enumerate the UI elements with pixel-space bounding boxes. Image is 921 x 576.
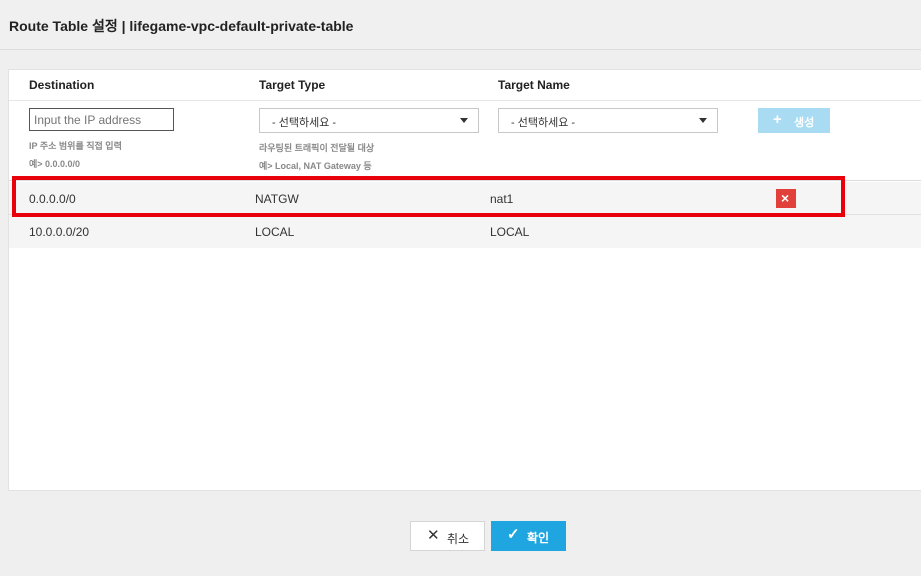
highlight-box bbox=[12, 176, 845, 217]
create-route-button[interactable]: + 생성 bbox=[758, 108, 830, 133]
route-target-name: LOCAL bbox=[490, 225, 530, 239]
destination-input[interactable] bbox=[29, 108, 174, 131]
column-target-type: Target Type bbox=[259, 78, 326, 92]
check-icon: ✓ bbox=[507, 526, 520, 543]
plus-icon: + bbox=[773, 111, 782, 128]
dialog-header: Route Table 설정 | lifegame-vpc-default-pr… bbox=[0, 0, 921, 50]
cancel-label: 취소 bbox=[447, 532, 470, 546]
target-name-select[interactable]: - 선택하세요 - bbox=[498, 108, 718, 133]
target-type-select-value: - 선택하세요 - bbox=[272, 117, 337, 129]
dialog-title: Route Table 설정 | lifegame-vpc-default-pr… bbox=[9, 18, 354, 34]
column-target-name: Target Name bbox=[498, 78, 570, 92]
table-header: Destination Target Type Target Name bbox=[9, 70, 921, 101]
destination-example: 예> 0.0.0.0/0 bbox=[29, 159, 81, 169]
target-type-help: 라우팅된 트래픽이 전달될 대상 bbox=[259, 143, 375, 153]
caret-down-icon bbox=[699, 118, 707, 123]
route-target-type: LOCAL bbox=[255, 225, 295, 239]
confirm-label: 확인 bbox=[527, 531, 550, 545]
route-row: 10.0.0.0/20 LOCAL LOCAL bbox=[9, 215, 921, 248]
route-table-panel: Destination Target Type Target Name IP 주… bbox=[8, 69, 921, 491]
close-icon: ✕ bbox=[427, 527, 440, 544]
confirm-button[interactable]: ✓ 확인 bbox=[491, 521, 566, 551]
column-destination: Destination bbox=[29, 78, 95, 92]
target-type-example: 예> Local, NAT Gateway 등 bbox=[259, 161, 372, 171]
target-name-select-value: - 선택하세요 - bbox=[511, 117, 576, 129]
cancel-button[interactable]: ✕ 취소 bbox=[410, 521, 485, 551]
caret-down-icon bbox=[460, 118, 468, 123]
destination-help: IP 주소 범위를 직접 입력 bbox=[29, 141, 122, 151]
route-destination: 10.0.0.0/20 bbox=[29, 225, 90, 239]
add-route-form: IP 주소 범위를 직접 입력 예> 0.0.0.0/0 - 선택하세요 - 라… bbox=[9, 101, 921, 181]
create-route-label: 생성 bbox=[794, 117, 815, 129]
target-type-select[interactable]: - 선택하세요 - bbox=[259, 108, 479, 133]
